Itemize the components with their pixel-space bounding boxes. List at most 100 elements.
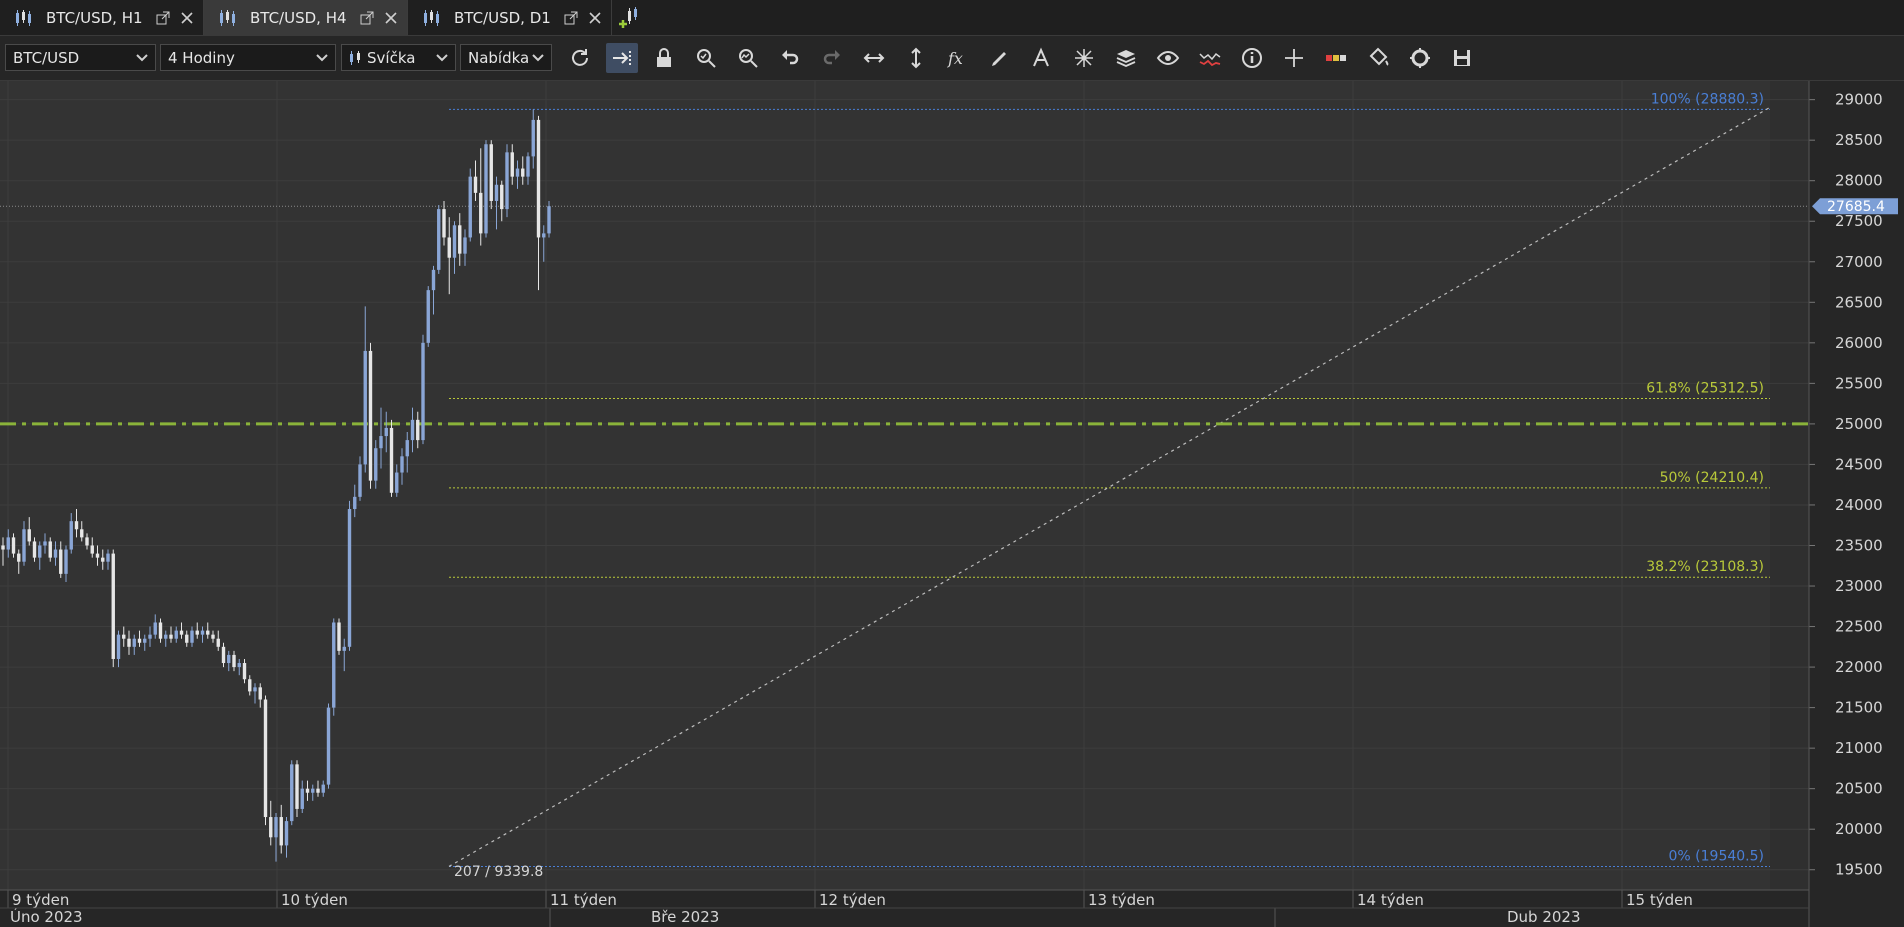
candle-body (59, 549, 63, 574)
week-label: 13 týden (1088, 891, 1155, 909)
candle-body (521, 168, 525, 177)
reset-button[interactable] (1404, 43, 1436, 73)
settings-reset-icon (1410, 48, 1430, 68)
candle-body (536, 119, 541, 238)
y-tick-label: 23000 (1835, 577, 1883, 595)
fib-level-label: 38.2% (23108.3) (1646, 559, 1764, 575)
signals-button[interactable] (1194, 43, 1226, 73)
drawing-tools-button[interactable] (1068, 43, 1100, 73)
candle-body (221, 646, 226, 664)
candle-body (6, 537, 10, 550)
layers-button[interactable] (1110, 43, 1142, 73)
indicators-button[interactable]: fx (942, 43, 974, 73)
candle-body (416, 419, 420, 441)
candle-body (169, 634, 173, 639)
candle-body (400, 456, 404, 473)
crosshair-button[interactable] (1278, 43, 1310, 73)
text-tool-icon (1033, 47, 1049, 67)
candle-body (195, 630, 199, 635)
fib-level-label: 100% (28880.3) (1651, 91, 1764, 107)
close-icon[interactable] (179, 10, 195, 26)
zoom-out-button[interactable] (732, 43, 764, 73)
y-tick-label: 22500 (1835, 618, 1883, 636)
detach-icon[interactable] (359, 10, 375, 26)
candle-body (279, 817, 283, 846)
auto-scroll-button[interactable] (606, 43, 638, 73)
detach-icon[interactable] (155, 10, 171, 26)
fill-button[interactable] (1362, 43, 1394, 73)
month-label: Úno 2023 (10, 907, 83, 926)
week-label: 9 týden (12, 891, 69, 909)
candle-body (515, 168, 520, 177)
close-icon[interactable] (587, 10, 603, 26)
visibility-button[interactable] (1152, 43, 1184, 73)
candle-body (421, 342, 425, 441)
symbol-select[interactable]: BTC/USD (5, 44, 156, 71)
week-label: 15 týden (1626, 891, 1693, 909)
add-chart-icon[interactable] (618, 5, 644, 31)
candle-body (101, 557, 105, 562)
candle-body (290, 764, 294, 822)
vertical-fit-button[interactable] (900, 43, 932, 73)
candle-body (80, 529, 84, 538)
candle-body (479, 192, 483, 234)
detach-icon[interactable] (563, 10, 579, 26)
y-tick-label: 20000 (1835, 820, 1883, 838)
signals-icon (1199, 52, 1221, 67)
zoom-out-icon (739, 49, 758, 68)
candle-body (358, 464, 362, 497)
svg-text:fx: fx (947, 49, 963, 68)
timeframe-select[interactable]: 4 Hodiny (160, 44, 336, 71)
y-tick-label: 21500 (1835, 699, 1883, 717)
undo-icon (782, 50, 799, 65)
refresh-button[interactable] (564, 43, 596, 73)
candle-body (473, 176, 478, 193)
redo-button[interactable] (816, 43, 848, 73)
candle-body (500, 184, 504, 210)
chevron-down-icon (532, 53, 544, 61)
draw-button[interactable] (984, 43, 1016, 73)
month-label: Dub 2023 (1507, 908, 1581, 926)
tab-btcusd-d1[interactable]: BTC/USD, D1 (408, 0, 612, 35)
zoom-in-button[interactable] (690, 43, 722, 73)
candle-body (17, 553, 21, 562)
candle-body (353, 496, 357, 510)
candle-body (442, 209, 446, 238)
close-icon[interactable] (383, 10, 399, 26)
horizontal-fit-button[interactable] (858, 43, 890, 73)
chart-style-select[interactable]: Svíčka (341, 44, 456, 71)
save-button[interactable] (1446, 43, 1478, 73)
chart-style-select-value: Svíčka (367, 48, 416, 67)
undo-button[interactable] (774, 43, 806, 73)
info-button[interactable] (1236, 43, 1268, 73)
y-tick-label: 28500 (1835, 131, 1883, 149)
candle-body (342, 646, 346, 651)
candle-body (122, 634, 126, 639)
tab-btcusd-h1[interactable]: BTC/USD, H1 (0, 0, 204, 35)
candle-body (248, 679, 252, 692)
text-button[interactable] (1026, 43, 1058, 73)
candle-body (526, 156, 530, 177)
tab-bar: BTC/USD, H1 BTC/USD, H4 BTC/USD, D1 (0, 0, 1904, 36)
tab-btcusd-h4[interactable]: BTC/USD, H4 (204, 0, 408, 35)
candle-body (374, 448, 378, 481)
y-tick-label: 25000 (1835, 415, 1883, 433)
y-tick-label: 24500 (1835, 455, 1883, 473)
price-side-select[interactable]: Nabídka (460, 44, 552, 71)
candle-body (74, 521, 79, 530)
candle-body (227, 654, 231, 664)
candle-body (405, 440, 409, 457)
candle-body (458, 225, 462, 254)
indicator-fx-icon: fx (947, 49, 963, 68)
candle-body (137, 638, 142, 643)
auto-scroll-icon (613, 51, 631, 65)
color-bars-button[interactable] (1320, 43, 1352, 73)
candle-body (384, 427, 388, 437)
candle-body (200, 630, 205, 635)
price-chart[interactable]: 100% (28880.3) 61.8% (25312.5) 50% (24210.… (0, 81, 1904, 927)
lock-button[interactable] (648, 43, 680, 73)
candle-body (69, 521, 73, 550)
candle-body (38, 545, 42, 558)
vertical-fit-icon (911, 47, 921, 69)
candle-body (505, 152, 509, 210)
